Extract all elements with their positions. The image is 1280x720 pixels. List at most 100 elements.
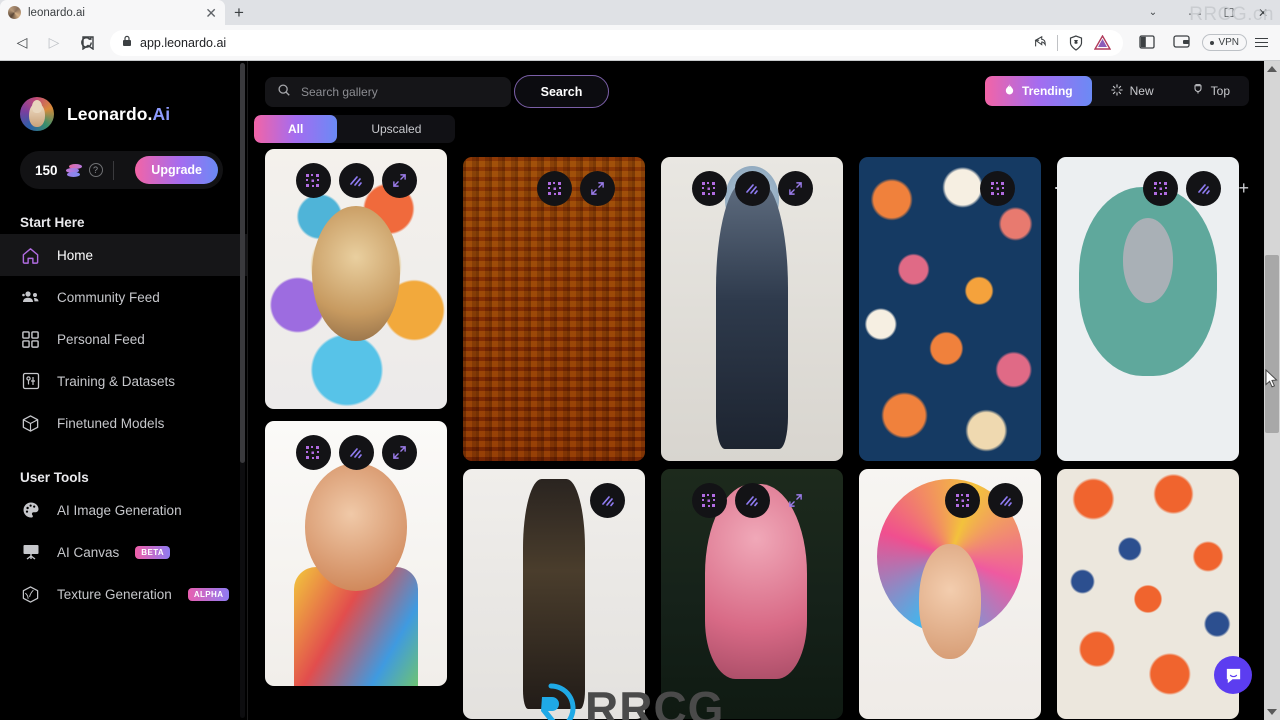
- search-input[interactable]: [301, 85, 499, 99]
- sidebar-item-ai-image-generation[interactable]: AI Image Generation: [0, 489, 247, 531]
- window-close-button[interactable]: ✕: [1246, 0, 1280, 25]
- brave-shields-icon[interactable]: [1068, 34, 1084, 51]
- image-gallery: [249, 149, 1280, 720]
- gallery-card-character-sheet-dark-warrior[interactable]: [463, 469, 645, 719]
- sidebar-item-label: Training & Datasets: [57, 373, 176, 389]
- chevron-down-icon[interactable]: ⌄: [1136, 0, 1170, 25]
- palette-icon: [20, 500, 41, 521]
- filter-trending[interactable]: Trending: [984, 76, 1092, 106]
- main-content: Search All Upscaled Trending: [249, 61, 1280, 720]
- brand-logo-block[interactable]: Leonardo.Ai: [0, 61, 247, 131]
- card-actions: [463, 483, 645, 518]
- sidebar-scrollbar-thumb[interactable]: [240, 63, 245, 463]
- expand-arrows-icon[interactable]: [381, 435, 417, 470]
- gallery-card-pink-haired-forest-fairy[interactable]: [661, 469, 843, 719]
- upgrade-button[interactable]: Upgrade: [135, 156, 218, 184]
- new-tab-button[interactable]: +: [225, 0, 253, 25]
- upscale-lines-icon[interactable]: [338, 163, 374, 198]
- card-actions: [1057, 171, 1239, 206]
- filter-top[interactable]: Top: [1173, 76, 1249, 106]
- question-mark-icon[interactable]: ?: [88, 163, 103, 177]
- back-icon[interactable]: ◁: [8, 29, 36, 57]
- upscale-lines-icon[interactable]: [734, 483, 770, 518]
- sidebar-panel-icon[interactable]: [1139, 34, 1156, 52]
- page-scrollbar-thumb[interactable]: [1265, 255, 1279, 433]
- gallery-card-blue-haired-fantasy-character-sheet[interactable]: [661, 157, 843, 461]
- card-actions: [463, 171, 645, 206]
- minimize-button[interactable]: —: [1178, 0, 1212, 25]
- leonardo-avatar-icon: [20, 97, 54, 131]
- gallery-toolbar: Search All Upscaled Trending: [249, 61, 1280, 197]
- expand-arrows-icon[interactable]: [777, 171, 813, 206]
- sidebar-item-ai-canvas[interactable]: AI Canvas BETA: [0, 531, 247, 573]
- upscale-lines-icon[interactable]: [734, 171, 770, 206]
- browser-window: leonardo.ai ✕ + ⌄ — ☐ ✕ RRCG.cn ◁ ▷ app.…: [0, 0, 1280, 720]
- sidebar-item-personal-feed[interactable]: Personal Feed: [0, 318, 247, 360]
- sidebar-item-community-feed[interactable]: Community Feed: [0, 276, 247, 318]
- vpn-toggle[interactable]: VPN: [1202, 34, 1247, 51]
- sidebar-item-label: Personal Feed: [57, 331, 145, 347]
- browser-toolbar: ◁ ▷ app.leonardo.ai VPN: [0, 25, 1280, 61]
- sidebar-item-finetuned-models[interactable]: Finetuned Models: [0, 402, 247, 444]
- expand-arrows-icon[interactable]: [381, 163, 417, 198]
- hamburger-menu-icon[interactable]: [1251, 34, 1272, 52]
- sidebar-item-training-datasets[interactable]: Training & Datasets: [0, 360, 247, 402]
- gallery-card-egyptian-hieroglyphs-papyrus[interactable]: [463, 157, 645, 461]
- forward-icon[interactable]: ▷: [40, 29, 68, 57]
- scroll-down-arrow-icon[interactable]: [1267, 709, 1277, 715]
- filter-label: Trending: [1021, 84, 1073, 98]
- brand-name: Leonardo.Ai: [67, 103, 171, 124]
- brave-wallet-icon[interactable]: [1173, 34, 1191, 51]
- intercom-chat-icon[interactable]: [1214, 656, 1252, 694]
- flame-icon: [1004, 83, 1015, 99]
- bookmark-icon[interactable]: [76, 31, 100, 55]
- sidebar-item-home[interactable]: Home: [0, 234, 247, 276]
- remix-pixels-icon[interactable]: [691, 171, 727, 206]
- gallery-card-watercolor-lion-sunglasses[interactable]: [265, 149, 447, 409]
- gallery-card-orange-blue-floral-pattern[interactable]: [859, 157, 1041, 461]
- search-button[interactable]: Search: [514, 75, 609, 108]
- brave-logo-icon[interactable]: [1094, 34, 1112, 50]
- remix-pixels-icon[interactable]: [1143, 171, 1178, 206]
- home-icon: [20, 245, 41, 266]
- vpn-status-dot: [1210, 40, 1215, 45]
- upscale-lines-icon[interactable]: [1186, 171, 1221, 206]
- credit-amount: 150: [35, 162, 58, 178]
- search-gallery-field[interactable]: [265, 77, 511, 107]
- share-icon[interactable]: [1033, 35, 1047, 51]
- filter-label: New: [1129, 84, 1154, 98]
- training-chip-icon: [20, 371, 41, 392]
- remix-pixels-icon[interactable]: [295, 163, 331, 198]
- upscale-lines-icon[interactable]: [988, 483, 1023, 518]
- expand-arrows-icon[interactable]: [778, 483, 813, 518]
- remix-pixels-icon[interactable]: [691, 483, 727, 518]
- easel-icon: [20, 542, 41, 563]
- gallery-card-girl-with-blue-glasses[interactable]: [265, 421, 447, 686]
- browser-tab[interactable]: leonardo.ai ✕: [0, 0, 225, 25]
- maximize-button[interactable]: ☐: [1212, 0, 1246, 25]
- close-icon[interactable]: ✕: [205, 6, 217, 20]
- sidebar-item-texture-generation[interactable]: Texture Generation ALPHA: [0, 573, 247, 615]
- mouse-cursor: [1265, 368, 1278, 393]
- card-actions: [859, 171, 1041, 206]
- gallery-card-koala-riding-bicycle[interactable]: [1057, 157, 1239, 461]
- remix-pixels-icon[interactable]: [945, 483, 980, 518]
- tab-upscaled[interactable]: Upscaled: [337, 115, 455, 143]
- upscale-lines-icon[interactable]: [338, 435, 374, 470]
- alpha-badge: ALPHA: [187, 587, 230, 601]
- gallery-card-orange-daisy-folk-pattern[interactable]: [1057, 469, 1239, 719]
- remix-pixels-icon[interactable]: [980, 171, 1015, 206]
- tab-all[interactable]: All: [254, 115, 338, 143]
- scroll-up-arrow-icon[interactable]: [1267, 66, 1277, 72]
- coins-icon: [65, 163, 82, 177]
- expand-arrows-icon[interactable]: [580, 171, 615, 206]
- remix-pixels-icon[interactable]: [537, 171, 572, 206]
- sparkle-icon: [1110, 83, 1123, 99]
- remix-pixels-icon[interactable]: [295, 435, 331, 470]
- gallery-card-colorful-hair-portrait[interactable]: [859, 469, 1041, 719]
- address-bar[interactable]: app.leonardo.ai: [82, 29, 1124, 56]
- filter-new[interactable]: New: [1092, 76, 1173, 106]
- window-controls: ⌄ — ☐ ✕: [1136, 0, 1280, 25]
- upscale-lines-icon[interactable]: [590, 483, 625, 518]
- nav-section-user-tools: User Tools: [20, 470, 89, 485]
